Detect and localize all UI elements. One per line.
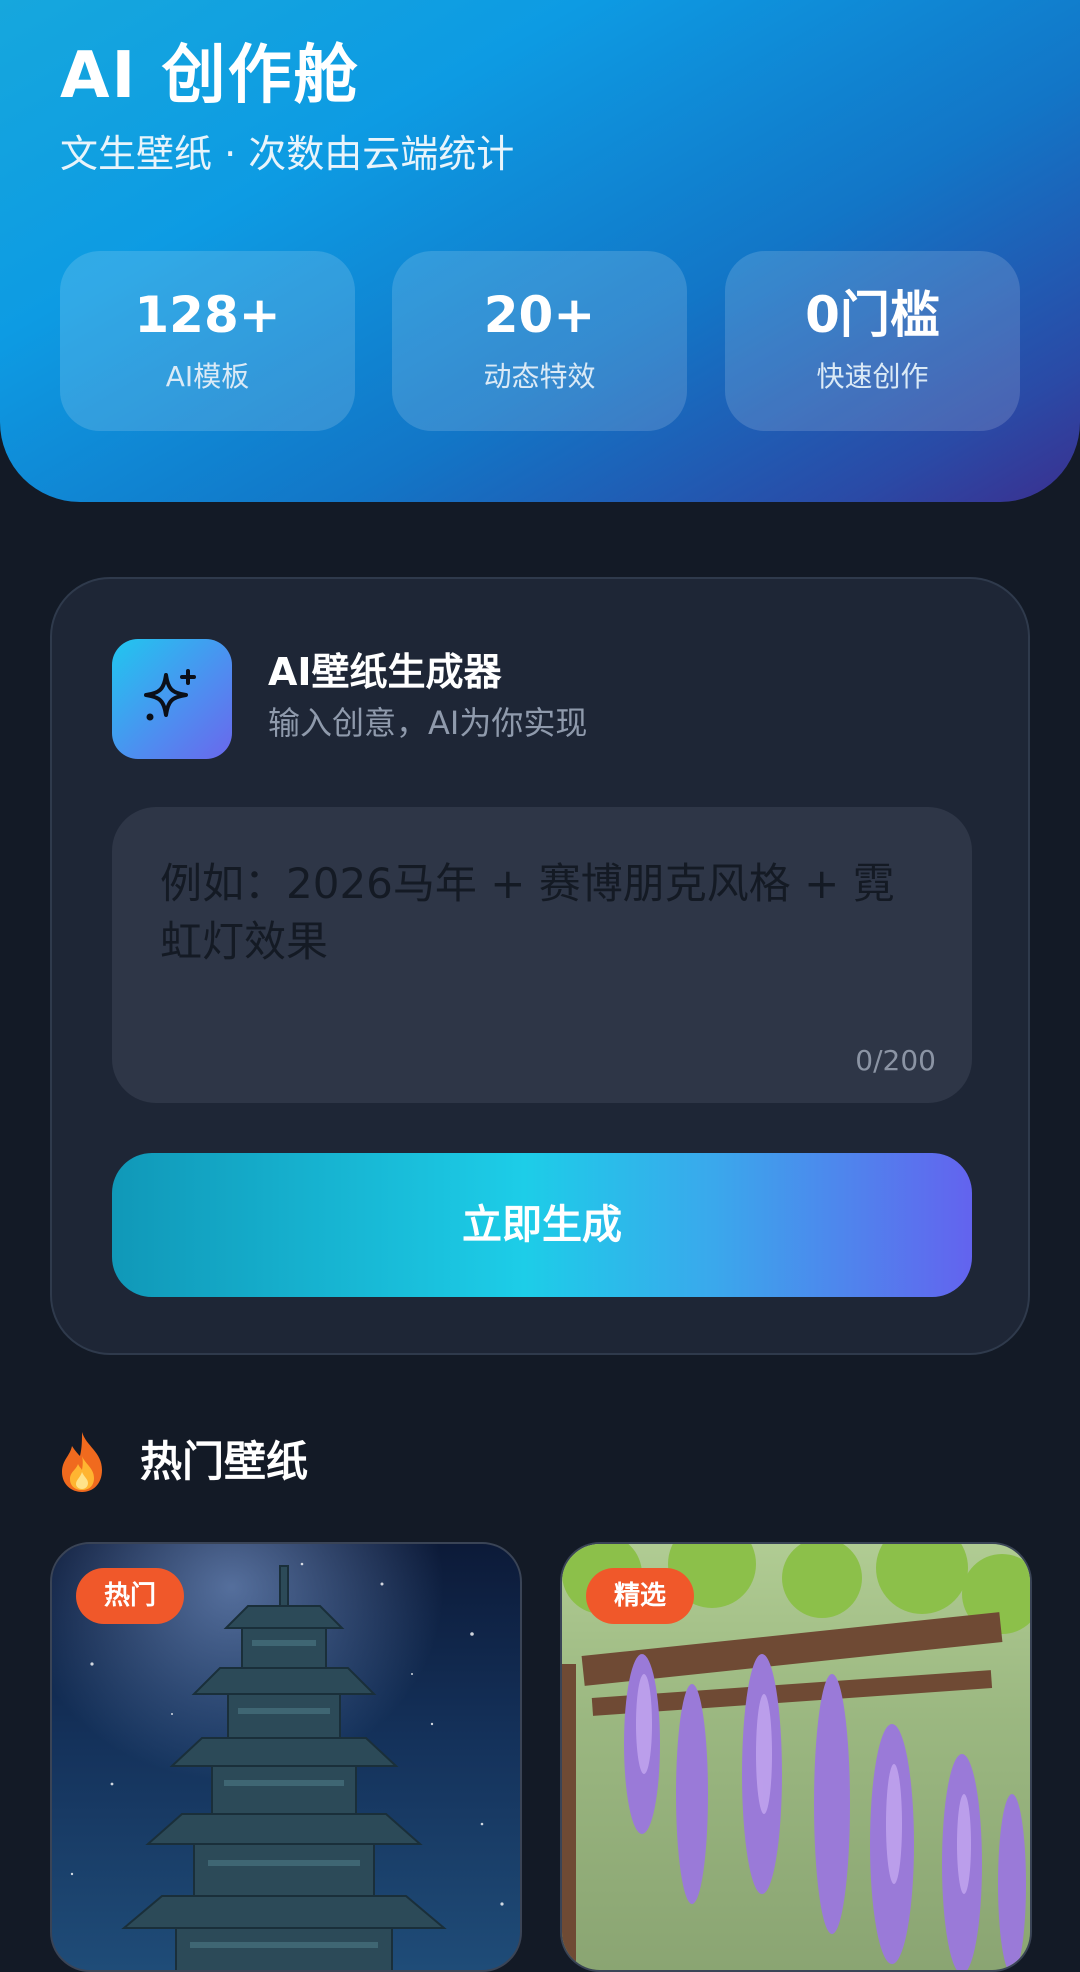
character-counter: 0/200 xyxy=(855,1044,936,1077)
stat-value: 128+ xyxy=(134,286,281,344)
prompt-placeholder: 例如：2026马年 + 赛博朋克风格 + 霓虹灯效果 xyxy=(160,859,895,966)
page-subtitle: 文生壁纸 · 次数由云端统计 xyxy=(60,132,515,176)
fire-icon xyxy=(52,1430,112,1494)
generator-subtitle: 输入创意，AI为你实现 xyxy=(268,704,588,742)
stat-effects: 20+ 动态特效 xyxy=(392,251,687,431)
stat-value: 0门槛 xyxy=(805,286,940,344)
section-title: 热门壁纸 xyxy=(140,1437,309,1486)
generate-button[interactable]: 立即生成 xyxy=(112,1153,972,1297)
sparkles-icon xyxy=(112,639,232,759)
stat-label: AI模板 xyxy=(165,360,250,393)
stat-templates: 128+ AI模板 xyxy=(60,251,355,431)
stat-value: 20+ xyxy=(483,286,596,344)
hot-badge: 热门 xyxy=(76,1568,185,1624)
page-title: AI 创作舱 xyxy=(60,39,360,113)
generator-card: AI壁纸生成器 输入创意，AI为你实现 例如：2026马年 + 赛博朋克风格 +… xyxy=(50,577,1030,1355)
stat-label: 快速创作 xyxy=(816,360,929,393)
prompt-input[interactable]: 例如：2026马年 + 赛博朋克风格 + 霓虹灯效果 0/200 xyxy=(112,807,972,1103)
stat-threshold: 0门槛 快速创作 xyxy=(725,251,1020,431)
generator-title: AI壁纸生成器 xyxy=(268,650,502,694)
hero-header: AI 创作舱 文生壁纸 · 次数由云端统计 128+ AI模板 20+ 动态特效… xyxy=(0,0,1080,502)
wallpaper-card[interactable]: 热门 xyxy=(50,1542,522,1972)
stat-label: 动态特效 xyxy=(483,360,596,393)
wallpaper-card[interactable]: 精选 xyxy=(560,1542,1032,1972)
featured-badge: 精选 xyxy=(586,1568,695,1624)
